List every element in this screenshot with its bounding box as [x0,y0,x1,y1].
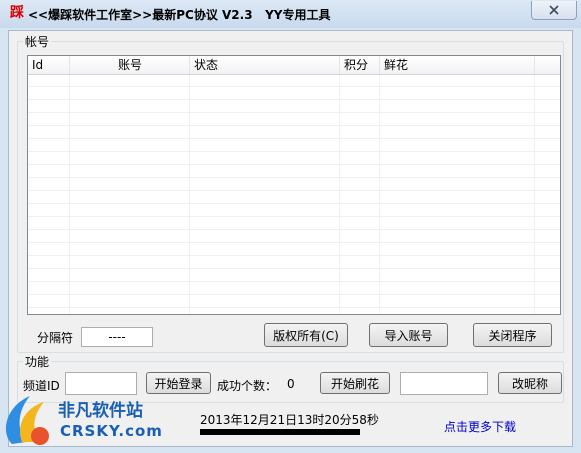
watermark-text-en: CRSKY.com [60,422,163,440]
client-area: 帐号 Id 账号 状态 积分 鲜花 分隔符 ---- 版权所有(C) 导入账号 … [8,30,573,447]
watermark: 非凡软件站 CRSKY.com [0,392,170,452]
nickname-input[interactable] [400,372,488,395]
watermark-text-cn: 非凡软件站 [58,401,143,421]
column-flowers[interactable]: 鲜花 [380,56,535,74]
rename-nickname-button[interactable]: 改昵称 [498,372,562,394]
close-icon [549,5,559,15]
import-accounts-button[interactable]: 导入账号 [369,323,448,347]
column-id[interactable]: Id [28,56,70,74]
column-points[interactable]: 积分 [340,56,380,74]
listview-header: Id 账号 状态 积分 鲜花 [28,56,560,75]
column-status[interactable]: 状态 [190,56,340,74]
column-account[interactable]: 账号 [70,56,190,74]
app-icon: 踩 [10,5,24,21]
accounts-group-label: 帐号 [23,33,52,50]
separator-input[interactable]: ---- [81,327,153,347]
title-bar[interactable]: 踩 <<爆踩软件工作室>>最新PC协议 V2.3 YY专用工具 [0,0,581,28]
success-count-label: 成功个数： [217,379,278,393]
start-flower-button[interactable]: 开始刷花 [320,372,390,394]
success-count-value: 0 [287,377,295,391]
separator-label: 分隔符 [37,331,74,345]
window-close-button[interactable] [531,1,577,20]
close-program-button[interactable]: 关闭程序 [473,323,552,347]
function-group-label: 功能 [23,353,52,370]
crsky-logo-icon [6,396,49,445]
copyright-button[interactable]: 版权所有(C) [264,323,348,347]
more-downloads-link[interactable]: 点击更多下载 [444,418,516,435]
window-title: <<爆踩软件工作室>>最新PC协议 V2.3 YY专用工具 [28,8,331,22]
progress-bar [200,429,360,435]
start-login-button[interactable]: 开始登录 [146,372,211,394]
accounts-listview[interactable]: Id 账号 状态 积分 鲜花 [27,55,561,315]
datetime-display: 2013年12月21日13时20分58秒 [200,413,379,427]
